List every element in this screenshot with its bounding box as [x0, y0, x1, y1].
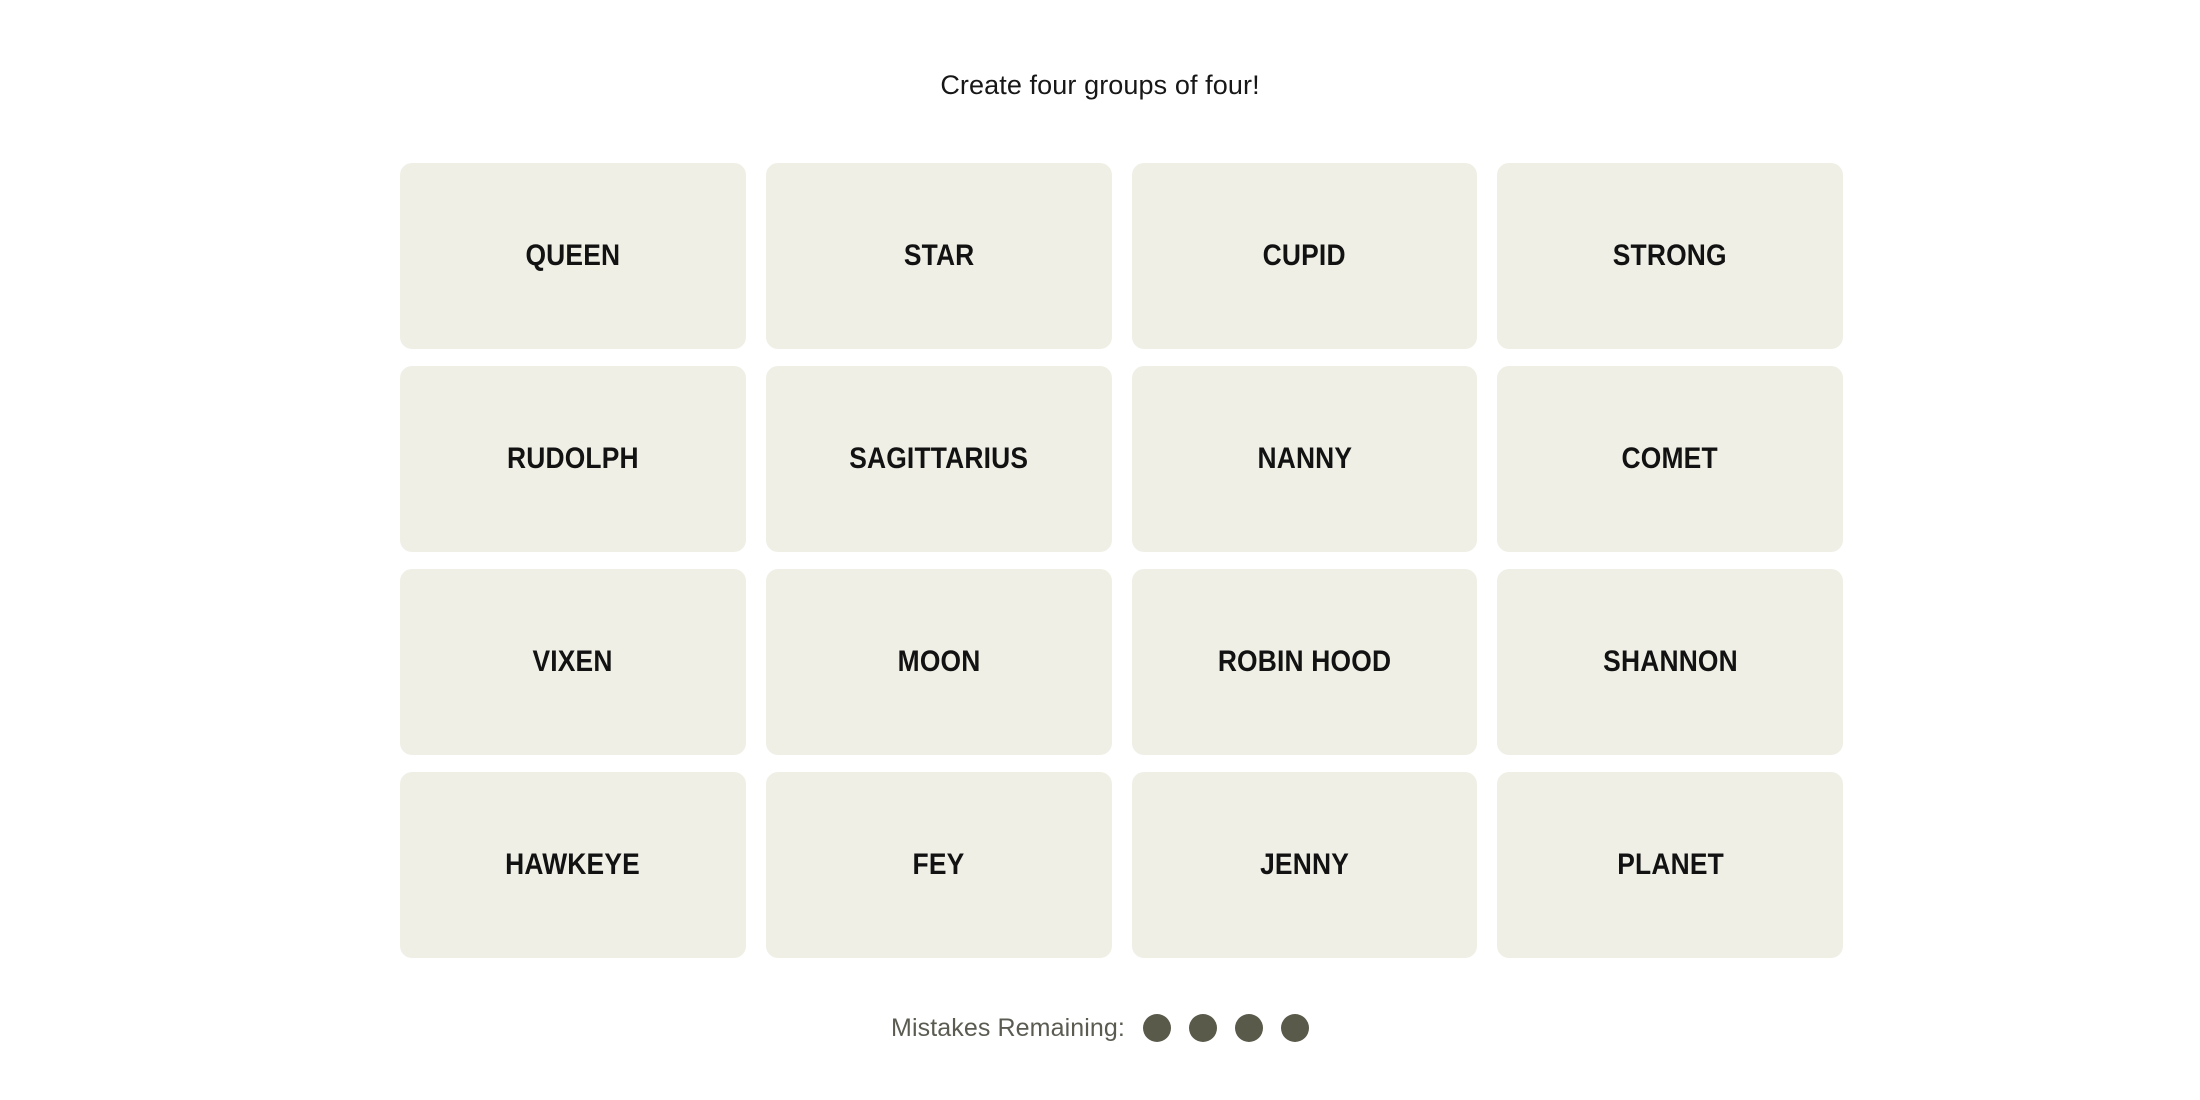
word-tile[interactable]: SHANNON — [1497, 569, 1843, 755]
word-tile-label: SHANNON — [1602, 645, 1738, 678]
word-tile-label: SAGITTARIUS — [849, 442, 1029, 475]
word-tile-label: STAR — [903, 239, 974, 272]
mistake-dot-icon — [1188, 1014, 1217, 1042]
word-tile[interactable]: MOON — [765, 569, 1112, 755]
word-tile-label: STRONG — [1613, 239, 1728, 272]
word-tile-label: RUDOLPH — [506, 442, 639, 475]
page-title: Create four groups of four! — [940, 70, 1260, 100]
word-tile[interactable]: QUEEN — [400, 163, 746, 349]
word-tile[interactable]: JENNY — [1131, 772, 1478, 958]
word-tile[interactable]: HAWKEYE — [400, 772, 746, 958]
connections-game: Create four groups of four! QUEEN STAR C… — [0, 0, 2200, 1100]
mistake-dot-icon — [1280, 1014, 1309, 1042]
mistake-dot-icon — [1142, 1014, 1171, 1042]
word-tile[interactable]: FEY — [765, 772, 1112, 958]
word-tile[interactable]: VIXEN — [400, 569, 746, 755]
mistakes-remaining-label: Mistakes Remaining: — [891, 1013, 1125, 1042]
word-tile-label: NANNY — [1256, 442, 1352, 475]
mistake-dot-icon — [1234, 1014, 1263, 1042]
mistakes-remaining-bar: Mistakes Remaining: — [0, 1014, 2200, 1042]
word-tile[interactable]: COMET — [1497, 366, 1843, 552]
mistakes-dot-group — [1142, 1014, 1309, 1042]
word-tile[interactable]: STRONG — [1497, 163, 1843, 349]
word-tile-label: MOON — [897, 645, 981, 678]
word-tile-label: VIXEN — [532, 645, 613, 678]
word-tile[interactable]: CUPID — [1131, 163, 1478, 349]
word-tile-label: HAWKEYE — [505, 848, 641, 881]
word-tile-label: COMET — [1622, 442, 1719, 475]
word-tile-label: FEY — [912, 848, 965, 881]
word-tile[interactable]: SAGITTARIUS — [765, 366, 1112, 552]
word-tile-label: JENNY — [1259, 848, 1349, 881]
word-tile[interactable]: NANNY — [1131, 366, 1478, 552]
word-tile-grid: QUEEN STAR CUPID STRONG RUDOLPH SAGITTAR… — [400, 163, 1843, 958]
word-tile-label: CUPID — [1262, 239, 1346, 272]
word-tile[interactable]: PLANET — [1497, 772, 1843, 958]
word-tile-label: QUEEN — [525, 239, 621, 272]
word-tile[interactable]: RUDOLPH — [400, 366, 746, 552]
word-tile[interactable]: ROBIN HOOD — [1131, 569, 1478, 755]
word-tile[interactable]: STAR — [765, 163, 1112, 349]
word-tile-label: ROBIN HOOD — [1217, 645, 1392, 678]
word-tile-label: PLANET — [1616, 848, 1724, 881]
